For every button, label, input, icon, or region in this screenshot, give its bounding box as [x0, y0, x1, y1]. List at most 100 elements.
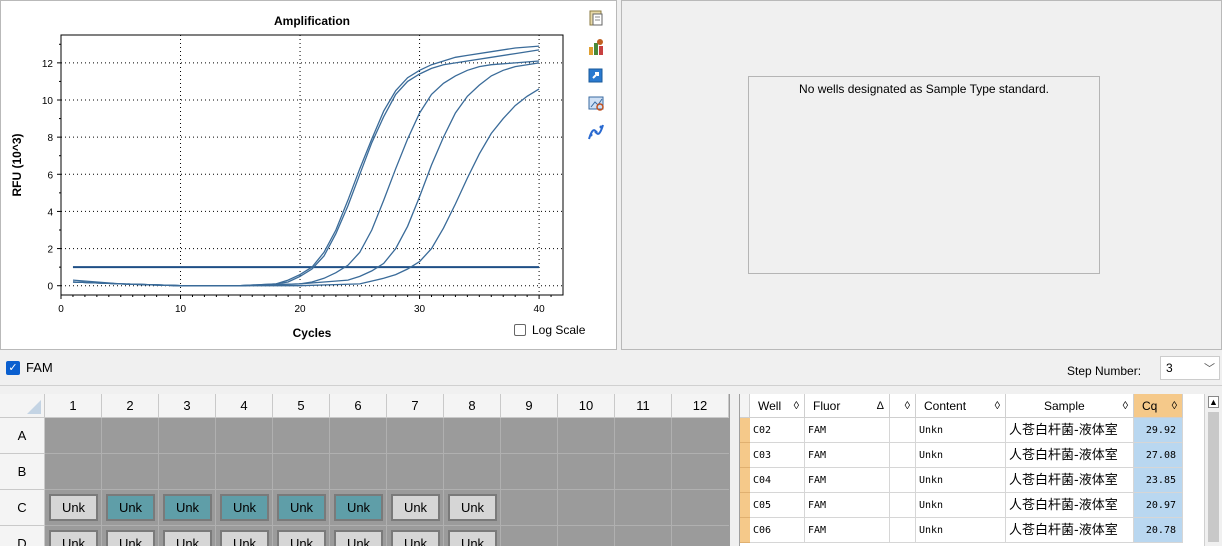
well-D3[interactable]: Unk: [163, 530, 212, 546]
table-scrollbar[interactable]: ▲: [1204, 394, 1222, 546]
column-header-5[interactable]: 5: [273, 394, 330, 418]
well-C5[interactable]: Unk: [277, 494, 326, 521]
table-cell-fluor[interactable]: FAM: [805, 468, 890, 493]
well-D8[interactable]: Unk: [448, 530, 497, 546]
column-header-fluor[interactable]: Fluor Δ: [805, 394, 890, 418]
column-header-1[interactable]: 1: [45, 394, 102, 418]
table-cell-content[interactable]: Unkn: [916, 418, 1006, 443]
curve-icon[interactable]: [586, 122, 606, 142]
well-C2[interactable]: Unk: [106, 494, 155, 521]
well-C4[interactable]: Unk: [220, 494, 269, 521]
table-cell-cq[interactable]: 29.92: [1134, 418, 1183, 443]
chart-settings-icon[interactable]: [586, 37, 606, 57]
row-header-B[interactable]: B: [0, 454, 45, 490]
table-cell-sortmark[interactable]: [890, 443, 916, 468]
row-header-A[interactable]: A: [0, 418, 45, 454]
well-C7[interactable]: Unk: [391, 494, 440, 521]
table-cell-content[interactable]: Unkn: [916, 493, 1006, 518]
plate-corner[interactable]: [0, 394, 45, 418]
plate-gridline: [158, 418, 159, 546]
column-header-11[interactable]: 11: [615, 394, 672, 418]
column-header-10[interactable]: 10: [558, 394, 615, 418]
row-header-C[interactable]: C: [0, 490, 45, 526]
column-header-cq[interactable]: Cq ◊: [1134, 394, 1183, 418]
fam-checkbox[interactable]: ✓: [6, 361, 20, 375]
sort-icon[interactable]: ◊: [1123, 394, 1128, 418]
column-header-6[interactable]: 6: [330, 394, 387, 418]
column-header-9[interactable]: 9: [501, 394, 558, 418]
table-cell-fluor[interactable]: FAM: [805, 418, 890, 443]
well-C6[interactable]: Unk: [334, 494, 383, 521]
sort-icon[interactable]: ◊: [905, 394, 910, 418]
amplification-curve-20.78: [72, 45, 540, 287]
row-marker: [740, 443, 750, 468]
y-tick-label: 8: [47, 133, 53, 144]
well-C3[interactable]: Unk: [163, 494, 212, 521]
table-cell-sample[interactable]: 人苍白杆菌-液体室: [1006, 443, 1134, 468]
column-header-content[interactable]: Content ◊: [916, 394, 1006, 418]
fam-label: FAM: [26, 360, 53, 375]
table-cell-sample[interactable]: 人苍白杆菌-液体室: [1006, 518, 1134, 543]
table-cell-cq[interactable]: 23.85: [1134, 468, 1183, 493]
scroll-up-icon[interactable]: ▲: [1208, 396, 1219, 408]
column-header-label: Content: [924, 399, 967, 413]
table-cell-well[interactable]: C05: [750, 493, 805, 518]
sort-icon[interactable]: Δ: [877, 394, 884, 418]
table-cell-sample[interactable]: 人苍白杆菌-液体室: [1006, 418, 1134, 443]
well-D5[interactable]: Unk: [277, 530, 326, 546]
column-header-sort[interactable]: ◊: [890, 394, 916, 418]
table-cell-sortmark[interactable]: [890, 418, 916, 443]
table-cell-sortmark[interactable]: [890, 493, 916, 518]
table-cell-well[interactable]: C04: [750, 468, 805, 493]
column-header-4[interactable]: 4: [216, 394, 273, 418]
well-C8[interactable]: Unk: [448, 494, 497, 521]
log-scale-label: Log Scale: [532, 323, 586, 337]
sort-icon[interactable]: ◊: [995, 394, 1000, 418]
table-cell-sortmark[interactable]: [890, 468, 916, 493]
well-D1[interactable]: Unk: [49, 530, 98, 546]
column-header-sample[interactable]: Sample ◊: [1006, 394, 1134, 418]
table-cell-sample[interactable]: 人苍白杆菌-液体室: [1006, 468, 1134, 493]
row-header-D[interactable]: D: [0, 526, 45, 546]
table-cell-well[interactable]: C06: [750, 518, 805, 543]
table-cell-fluor[interactable]: FAM: [805, 518, 890, 543]
log-scale-checkbox[interactable]: [514, 324, 526, 336]
standard-curve-box: No wells designated as Sample Type stand…: [748, 76, 1100, 274]
x-tick-label: 20: [294, 304, 306, 315]
column-header-3[interactable]: 3: [159, 394, 216, 418]
table-cell-content[interactable]: Unkn: [916, 443, 1006, 468]
table-cell-fluor[interactable]: FAM: [805, 493, 890, 518]
plot-frame: [60, 34, 564, 296]
sort-icon[interactable]: ◊: [1172, 394, 1177, 418]
sort-icon[interactable]: ◊: [794, 394, 799, 418]
table-cell-sortmark[interactable]: [890, 518, 916, 543]
chevron-down-icon: ﹀: [1204, 363, 1215, 375]
table-cell-content[interactable]: Unkn: [916, 518, 1006, 543]
table-cell-content[interactable]: Unkn: [916, 468, 1006, 493]
column-header-7[interactable]: 7: [387, 394, 444, 418]
table-cell-sample[interactable]: 人苍白杆菌-液体室: [1006, 493, 1134, 518]
well-D7[interactable]: Unk: [391, 530, 440, 546]
table-cell-cq[interactable]: 20.78: [1134, 518, 1183, 543]
well-D2[interactable]: Unk: [106, 530, 155, 546]
plate-gridline: [557, 418, 558, 546]
export-icon[interactable]: [586, 65, 606, 85]
plate-gridline: [45, 525, 729, 526]
copy-icon[interactable]: [586, 8, 606, 28]
step-number-select[interactable]: 3 ﹀: [1160, 356, 1220, 380]
table-cell-fluor[interactable]: FAM: [805, 443, 890, 468]
column-header-well[interactable]: Well ◊: [750, 394, 805, 418]
column-header-8[interactable]: 8: [444, 394, 501, 418]
table-cell-cq[interactable]: 20.97: [1134, 493, 1183, 518]
well-D6[interactable]: Unk: [334, 530, 383, 546]
column-header-2[interactable]: 2: [102, 394, 159, 418]
table-cell-well[interactable]: C02: [750, 418, 805, 443]
amplification-curve-29.92: [72, 88, 540, 287]
table-cell-well[interactable]: C03: [750, 443, 805, 468]
zoom-icon[interactable]: [586, 93, 606, 113]
well-D4[interactable]: Unk: [220, 530, 269, 546]
table-cell-cq[interactable]: 27.08: [1134, 443, 1183, 468]
scrollbar-thumb[interactable]: [1208, 412, 1219, 542]
well-C1[interactable]: Unk: [49, 494, 98, 521]
column-header-12[interactable]: 12: [672, 394, 729, 418]
